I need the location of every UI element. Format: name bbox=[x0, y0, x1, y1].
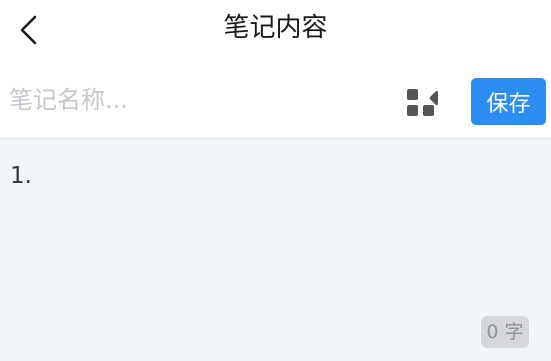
apps-grid-icon bbox=[407, 89, 444, 116]
char-count-badge: 0 字 bbox=[481, 316, 529, 348]
note-name-row: 保存 bbox=[0, 62, 551, 139]
template-grid-button[interactable] bbox=[404, 86, 444, 120]
save-button[interactable]: 保存 bbox=[471, 78, 546, 125]
page-title: 笔记内容 bbox=[223, 13, 328, 43]
note-name-input[interactable] bbox=[9, 80, 389, 120]
note-content-area: 1. 0 字 bbox=[0, 139, 551, 361]
top-nav-bar: 笔记内容 bbox=[0, 0, 551, 58]
note-content-textarea[interactable]: 1. bbox=[10, 161, 470, 321]
note-editor-page: 笔记内容 保存 1. 0 字 bbox=[0, 0, 551, 361]
